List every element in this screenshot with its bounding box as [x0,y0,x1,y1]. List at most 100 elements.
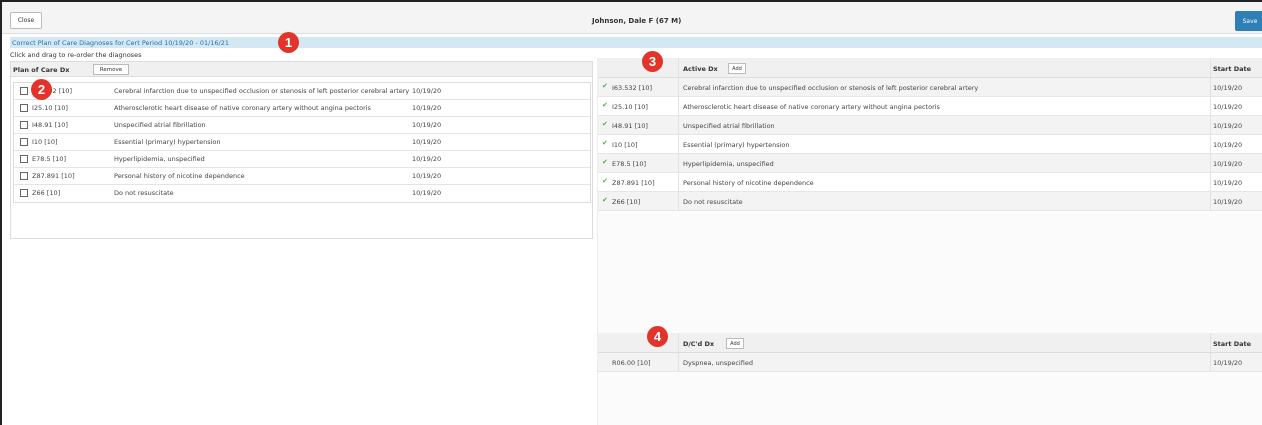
dx-description: Hyperlipidemia, unspecified [683,160,774,168]
dcd-dx-row[interactable]: R06.00 [10] Dyspnea, unspecified 10/19/20 [598,353,1262,372]
cert-period-bar: Correct Plan of Care Diagnoses for Cert … [10,37,1262,48]
column-divider [678,353,679,371]
dx-description: Atherosclerotic heart disease of native … [114,104,371,112]
dx-code: R06.00 [10] [612,359,651,367]
dx-code: I48.91 [10] [32,121,68,129]
dx-code: I10 [10] [32,138,58,146]
active-dx-row[interactable]: ✔ Z87.891 [10] Personal history of nicotin… [598,173,1262,192]
dx-code: Z66 [10] [612,198,641,206]
dx-description: Essential (primary) hypertension [683,141,790,149]
column-divider [1210,135,1211,153]
dx-date: 10/19/20 [412,155,442,163]
plan-of-care-header: Plan of Care Dx Remove [11,62,592,77]
dx-date: 10/19/20 [412,121,442,129]
column-divider [1210,173,1211,191]
dx-description: Hyperlipidemia, unspecified [114,155,205,163]
plan-of-care-row[interactable]: Z66 [10] Do not resuscitate 10/19/20 [14,185,590,202]
row-checkbox[interactable] [20,155,28,163]
plan-of-care-row[interactable]: E78.5 [10] Hyperlipidemia, unspecified 10/… [14,151,590,168]
row-checkbox[interactable] [20,87,28,95]
dx-description: Dyspnea, unspecified [683,359,753,367]
dx-date: 10/19/20 [412,172,442,180]
close-button[interactable]: Close [10,12,42,29]
active-dx-table: Active Dx Add Start Date ✔ I63.532 [10] Ce… [598,58,1262,211]
plan-of-care-list: I63.532 [10] Cerebral infarction due to u… [13,82,591,203]
row-checkbox[interactable] [20,121,28,129]
diagnosis-panel: Active Dx Add Start Date ✔ I63.532 [10] Ce… [597,58,1262,425]
dx-code: I48.91 [10] [612,122,648,130]
start-date-header: Start Date [1213,340,1252,348]
dcd-dx-header: D/C'd Dx Add Start Date [598,333,1262,353]
callout-badge: 3 [642,51,663,72]
plan-of-care-row[interactable]: I48.91 [10] Unspecified atrial fibrillati… [14,117,590,134]
active-dx-row[interactable]: ✔ I10 [10] Essential (primary) hypertensio… [598,135,1262,154]
check-icon: ✔ [602,139,608,147]
active-dx-row[interactable]: ✔ Z66 [10] Do not resuscitate 10/19/20 [598,192,1262,211]
dx-description: Cerebral infarction due to unspecified o… [114,87,410,95]
column-divider [678,192,679,210]
dx-date: 10/19/20 [412,104,442,112]
dx-description: Atherosclerotic heart disease of native … [683,103,940,111]
column-divider [678,97,679,115]
title-bar: Close Johnson, Dale F (67 M) Save [2,2,1262,34]
callout-badge: 4 [647,326,668,347]
patient-name: Johnson, Dale F (67 M) [592,17,682,25]
dx-start-date: 10/19/20 [1213,103,1243,111]
column-divider [1210,58,1211,77]
row-checkbox[interactable] [20,104,28,112]
column-divider [678,58,679,77]
dx-description: Do not resuscitate [114,189,174,197]
dx-code: I63.532 [10] [612,84,653,92]
callout-badge: 1 [278,32,299,53]
dcd-dx-title: D/C'd Dx [683,340,715,348]
dx-start-date: 10/19/20 [1213,179,1243,187]
check-icon: ✔ [602,101,608,109]
check-icon: ✔ [602,196,608,204]
plan-of-care-row[interactable]: I10 [10] Essential (primary) hypertension… [14,134,590,151]
column-divider [1210,154,1211,172]
column-divider [1210,97,1211,115]
save-button[interactable]: Save [1235,11,1262,31]
dx-description: Cerebral infarction due to unspecified o… [683,84,979,92]
dx-start-date: 10/19/20 [1213,122,1243,130]
plan-of-care-title: Plan of Care Dx [13,66,70,74]
row-checkbox[interactable] [20,138,28,146]
column-divider [1210,116,1211,134]
plan-of-care-panel: Plan of Care Dx Remove I63.532 [10] Cereb… [10,61,593,239]
active-dx-body: ✔ I63.532 [10] Cerebral infarction due to … [598,78,1262,211]
dcd-dx-add-button[interactable]: Add [726,338,744,349]
dx-description: Do not resuscitate [683,198,743,206]
remove-button[interactable]: Remove [93,64,129,75]
dx-description: Personal history of nicotine dependence [114,172,245,180]
dx-code: Z87.891 [10] [612,179,655,187]
active-dx-row[interactable]: ✔ I25.10 [10] Atherosclerotic heart diseas… [598,97,1262,116]
active-dx-row[interactable]: ✔ I48.91 [10] Unspecified atrial fibrillat… [598,116,1262,135]
plan-of-care-row[interactable]: Z87.891 [10] Personal history of nicotine… [14,168,590,185]
dx-description: Essential (primary) hypertension [114,138,221,146]
dx-code: I25.10 [10] [612,103,648,111]
dx-start-date: 10/19/20 [1213,160,1243,168]
dx-description: Unspecified atrial fibrillation [683,122,775,130]
active-dx-row[interactable]: ✔ I63.532 [10] Cerebral infarction due to … [598,78,1262,97]
column-divider [678,154,679,172]
plan-of-care-row[interactable]: I63.532 [10] Cerebral infarction due to u… [14,83,590,100]
row-checkbox[interactable] [20,189,28,197]
dx-description: Personal history of nicotine dependence [683,179,814,187]
dx-start-date: 10/19/20 [1213,198,1243,206]
dx-code: I25.10 [10] [32,104,68,112]
dx-start-date: 10/19/20 [1213,359,1243,367]
check-icon: ✔ [602,158,608,166]
callout-badge: 2 [31,79,52,100]
row-checkbox[interactable] [20,172,28,180]
dx-date: 10/19/20 [412,87,442,95]
cert-period-link[interactable]: Correct Plan of Care Diagnoses for Cert … [12,39,229,47]
plan-of-care-row[interactable]: I25.10 [10] Atherosclerotic heart disease… [14,100,590,117]
check-icon: ✔ [602,82,608,90]
column-divider [678,78,679,96]
active-dx-add-button[interactable]: Add [728,63,746,74]
column-divider [678,116,679,134]
column-divider [678,135,679,153]
column-divider [678,333,679,352]
active-dx-row[interactable]: ✔ E78.5 [10] Hyperlipidemia, unspecified 10… [598,154,1262,173]
column-divider [1210,353,1211,371]
